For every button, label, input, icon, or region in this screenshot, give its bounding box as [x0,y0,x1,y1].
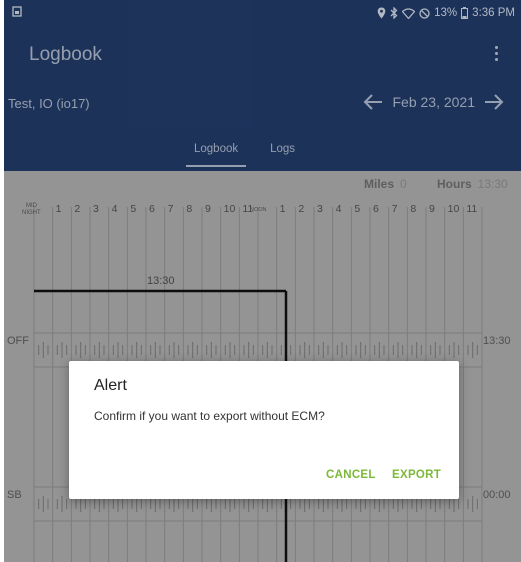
dialog-title: Alert [94,377,127,394]
dialog-message: Confirm if you want to export without EC… [94,409,325,423]
cancel-button[interactable]: CANCEL [326,469,376,481]
alert-dialog: Alert Confirm if you want to export with… [69,361,459,499]
export-button[interactable]: EXPORT [392,469,441,481]
app-screen: 13% 3:36 PM Logbook Test, IO (io17) Feb … [4,0,521,562]
